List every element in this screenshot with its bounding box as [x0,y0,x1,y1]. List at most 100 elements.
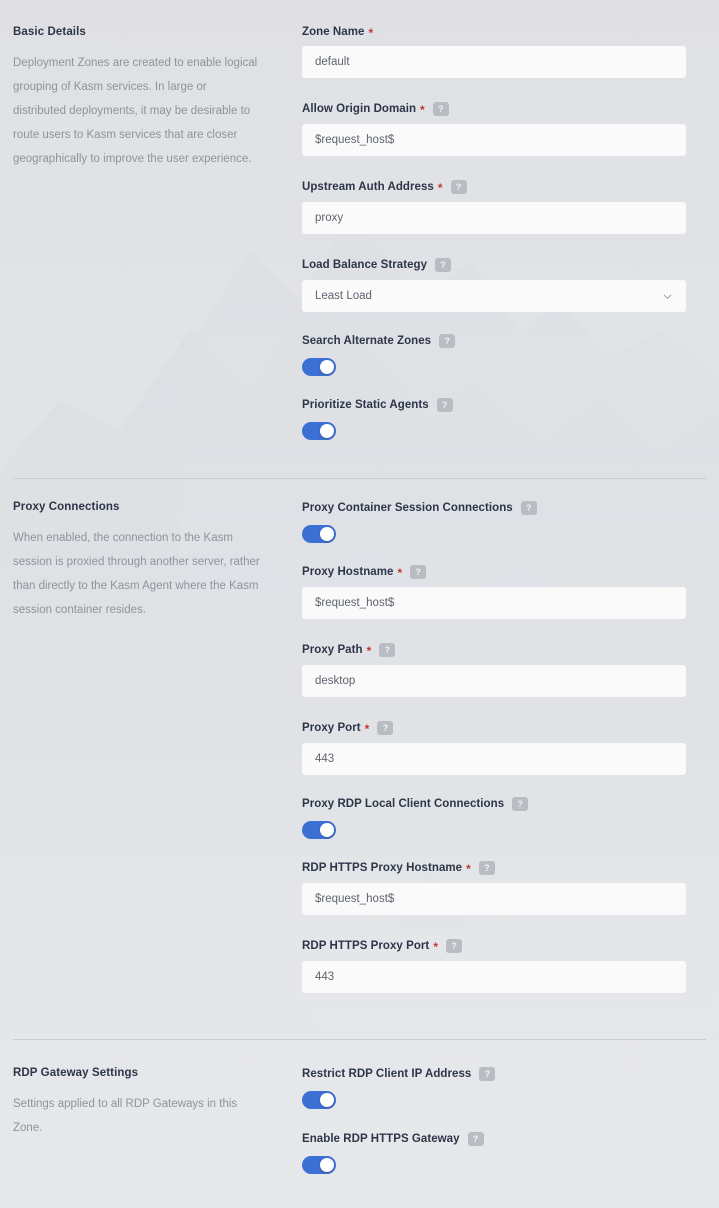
rdp-https-proxy-hostname-input[interactable]: $request_host$ [302,883,686,915]
help-icon[interactable]: ? [478,861,495,875]
upstream-auth-address-input[interactable]: proxy [302,202,686,234]
field-allow-origin-domain: Allow Origin Domain * ? $request_host$ [302,102,686,156]
section-rdp-gateway-description-column: RDP Gateway Settings Settings applied to… [0,1067,302,1174]
toggle-knob [320,1093,334,1107]
field-rdp-https-proxy-port: RDP HTTPS Proxy Port * ? 443 [302,939,686,993]
enable-rdp-https-gateway-toggle[interactable] [302,1156,336,1174]
required-asterisk: * [368,26,374,40]
section-description: Settings applied to all RDP Gateways in … [13,1098,238,1134]
help-icon[interactable]: ? [467,1132,484,1146]
field-label: Zone Name [302,26,365,38]
help-icon[interactable]: ? [439,334,456,348]
allow-origin-domain-input[interactable]: $request_host$ [302,124,686,156]
field-label: Proxy RDP Local Client Connections [302,798,505,810]
field-label-row: Proxy RDP Local Client Connections ? [302,797,686,811]
help-icon[interactable]: ? [432,102,449,116]
required-asterisk: * [433,940,439,954]
field-search-alternate-zones: Search Alternate Zones ? [302,334,686,376]
field-label: Search Alternate Zones [302,335,432,347]
section-rdp-gateway-fields-column: Restrict RDP Client IP Address ? Enable … [302,1067,719,1174]
section-proxy-connections: Proxy Connections When enabled, the conn… [0,478,719,1039]
help-icon[interactable]: ? [450,180,467,194]
search-alternate-zones-toggle[interactable] [302,358,336,376]
input-value: $request_host$ [315,134,395,146]
field-label: Load Balance Strategy [302,259,428,271]
field-label: Allow Origin Domain [302,103,417,115]
field-restrict-rdp-client-ip-address: Restrict RDP Client IP Address ? [302,1067,686,1109]
field-label-row: Enable RDP HTTPS Gateway ? [302,1132,686,1146]
proxy-rdp-local-client-connections-toggle[interactable] [302,821,336,839]
section-title: RDP Gateway Settings [13,1067,139,1079]
input-value: desktop [315,675,356,687]
field-proxy-rdp-local-client-connections: Proxy RDP Local Client Connections ? [302,797,686,839]
field-label: Enable RDP HTTPS Gateway [302,1133,460,1145]
section-title: Proxy Connections [13,501,120,513]
help-icon[interactable]: ? [435,258,452,272]
field-label-row: RDP HTTPS Proxy Port * ? [302,939,686,953]
proxy-container-session-connections-toggle[interactable] [302,525,336,543]
required-asterisk: * [420,103,425,117]
field-label: Proxy Hostname [302,566,394,578]
section-rdp-gateway-settings: RDP Gateway Settings Settings applied to… [0,1039,719,1200]
help-icon[interactable]: ? [446,939,463,953]
input-value: default [315,56,350,68]
field-proxy-hostname: Proxy Hostname * ? $request_host$ [302,565,686,619]
help-icon[interactable]: ? [512,797,529,811]
field-prioritize-static-agents: Prioritize Static Agents ? [302,398,686,440]
section-proxy-connections-description-column: Proxy Connections When enabled, the conn… [0,501,302,1013]
proxy-path-input[interactable]: desktop [302,665,686,697]
field-label-row: Proxy Hostname * ? [302,565,686,579]
help-icon[interactable]: ? [520,501,537,515]
required-asterisk: * [366,644,372,658]
prioritize-static-agents-toggle[interactable] [302,422,336,440]
input-value: 443 [315,971,335,983]
chevron-down-icon [662,291,673,302]
required-asterisk: * [364,722,370,736]
field-label: Prioritize Static Agents [302,399,429,411]
field-upstream-auth-address: Upstream Auth Address * ? proxy [302,180,686,234]
section-description: Deployment Zones are created to enable l… [13,57,258,165]
toggle-knob [320,1158,334,1172]
field-label: Upstream Auth Address [302,181,434,193]
field-rdp-https-proxy-hostname: RDP HTTPS Proxy Hostname * ? $request_ho… [302,861,686,915]
input-value: 443 [315,753,335,765]
field-label-row: Proxy Path * ? [302,643,686,657]
load-balance-strategy-select[interactable]: Least Load [302,280,686,312]
field-label-row: Allow Origin Domain * ? [302,102,686,116]
zone-name-input[interactable]: default [302,46,686,78]
toggle-knob [320,823,334,837]
proxy-port-input[interactable]: 443 [302,743,686,775]
toggle-knob [320,360,334,374]
field-label: RDP HTTPS Proxy Hostname [302,862,463,874]
help-icon[interactable]: ? [479,1067,496,1081]
field-label-row: Proxy Container Session Connections ? [302,501,686,515]
help-icon[interactable]: ? [410,565,427,579]
section-basic-details-description-column: Basic Details Deployment Zones are creat… [0,26,302,452]
input-value: proxy [315,212,344,224]
rdp-https-proxy-port-input[interactable]: 443 [302,961,686,993]
required-asterisk: * [437,181,443,195]
restrict-rdp-client-ip-address-toggle[interactable] [302,1091,336,1109]
input-value: $request_host$ [315,597,395,609]
section-basic-details: Basic Details Deployment Zones are creat… [0,0,719,478]
field-label: Restrict RDP Client IP Address [302,1068,472,1080]
toggle-knob [320,527,334,541]
help-icon[interactable]: ? [377,721,394,735]
field-label-row: RDP HTTPS Proxy Hostname * ? [302,861,686,875]
section-proxy-connections-fields-column: Proxy Container Session Connections ? Pr… [302,501,719,1013]
field-label-row: Search Alternate Zones ? [302,334,686,348]
field-proxy-port: Proxy Port * ? 443 [302,721,686,775]
field-proxy-container-session-connections: Proxy Container Session Connections ? [302,501,686,543]
section-divider [13,1039,706,1040]
input-value: $request_host$ [315,893,395,905]
help-icon[interactable]: ? [436,398,453,412]
help-icon[interactable]: ? [379,643,396,657]
field-proxy-path: Proxy Path * ? desktop [302,643,686,697]
proxy-hostname-input[interactable]: $request_host$ [302,587,686,619]
section-divider [13,478,706,479]
field-label-row: Proxy Port * ? [302,721,686,735]
field-load-balance-strategy: Load Balance Strategy ? Least Load [302,258,686,312]
field-label-row: Restrict RDP Client IP Address ? [302,1067,686,1081]
select-value: Least Load [315,290,372,302]
field-label-row: Load Balance Strategy ? [302,258,686,272]
